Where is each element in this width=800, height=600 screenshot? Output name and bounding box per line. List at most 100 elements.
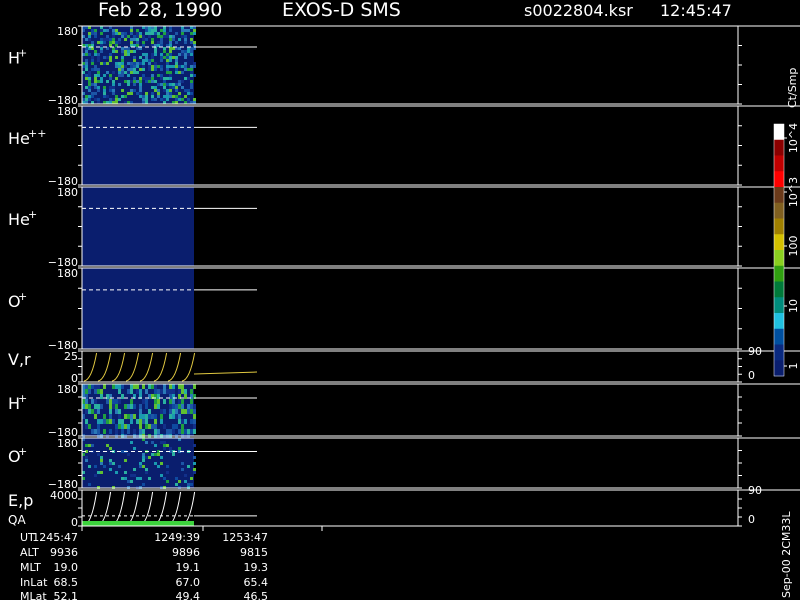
heatmap-cell (115, 404, 118, 409)
heatmap-cell (148, 77, 151, 80)
heatmap-cell (154, 429, 157, 434)
heatmap-cell (175, 424, 178, 429)
heatmap-cell (166, 471, 169, 474)
heatmap-cell (178, 92, 181, 95)
heatmap-cell (172, 384, 175, 389)
heatmap-cell (94, 409, 97, 414)
heatmap-cell (184, 89, 187, 92)
panel-label-superscript: + (18, 290, 27, 303)
heatmap-background (82, 268, 194, 349)
heatmap-cell (100, 459, 103, 462)
heatmap-cell (94, 474, 97, 477)
heatmap-cell (157, 83, 160, 86)
heatmap-cell (103, 56, 106, 59)
colorbar-swatch (774, 218, 784, 235)
heatmap-cell (169, 83, 172, 86)
heatmap-cell (169, 38, 172, 41)
heatmap-cell (139, 465, 142, 468)
heatmap-cell (157, 44, 160, 47)
colorbar-swatch (774, 250, 784, 267)
velocity-trace (193, 371, 258, 375)
heatmap-cell (97, 419, 100, 424)
heatmap-cell (169, 384, 172, 389)
heatmap-cell (127, 83, 130, 86)
heatmap-cell (190, 404, 193, 409)
heatmap-cell (172, 399, 175, 404)
heatmap-cell (127, 404, 130, 409)
heatmap-cell (136, 80, 139, 83)
heatmap-cell (115, 95, 118, 98)
sweep-curve (181, 352, 196, 382)
heatmap-cell (103, 419, 106, 424)
heatmap-cell (127, 429, 130, 434)
heatmap-cell (166, 95, 169, 98)
footer-label: Sep-00 2CM33L (780, 511, 793, 598)
heatmap-cell (133, 68, 136, 71)
heatmap-cell (127, 414, 130, 419)
heatmap-cell (97, 389, 100, 394)
heatmap-cell (187, 409, 190, 414)
heatmap-cell (100, 47, 103, 50)
heatmap-cell (154, 65, 157, 68)
heatmap-cell (100, 44, 103, 47)
sweep-curve (153, 352, 168, 382)
heatmap-cell (181, 468, 184, 471)
heatmap-cell (178, 384, 181, 389)
heatmap-cell (112, 86, 115, 89)
heatmap-cell (109, 89, 112, 92)
heatmap-cell (166, 89, 169, 92)
heatmap-cell (154, 98, 157, 101)
heatmap-cell (88, 95, 91, 98)
heatmap-cell (172, 424, 175, 429)
heatmap-cell (166, 32, 169, 35)
heatmap-cell (157, 404, 160, 409)
heatmap-cell (163, 389, 166, 394)
heatmap-cell (154, 32, 157, 35)
heatmap-cell (136, 44, 139, 47)
colorbar-swatch (774, 171, 784, 188)
time-row-label: InLat (20, 576, 48, 589)
heatmap-cell (172, 86, 175, 89)
heatmap-cell (181, 71, 184, 74)
header-file: s0022804.ksr (524, 1, 633, 20)
heatmap-cell (190, 32, 193, 35)
heatmap-cell (193, 384, 196, 389)
heatmap-cell (106, 419, 109, 424)
panel-5: 180−180H+ (8, 383, 800, 439)
heatmap-cell (139, 389, 142, 394)
panel-0: 180−180H+ (8, 25, 800, 107)
heatmap-cell (133, 65, 136, 68)
heatmap-cell (88, 32, 91, 35)
heatmap-cell (103, 62, 106, 65)
heatmap-cell (124, 65, 127, 68)
heatmap-cell (151, 32, 154, 35)
heatmap-cell (184, 56, 187, 59)
heatmap-cell (85, 409, 88, 414)
heatmap-cell (169, 74, 172, 77)
heatmap-cell (181, 86, 184, 89)
heatmap-cell (112, 92, 115, 95)
sweep-curve (125, 352, 140, 382)
heatmap-cell (190, 50, 193, 53)
heatmap-cell (133, 62, 136, 65)
heatmap-cell (91, 44, 94, 47)
heatmap-cell (142, 456, 145, 459)
header: Feb 28, 1990 EXOS-D SMS s0022804.ksr 12:… (98, 0, 732, 21)
heatmap-cell (178, 480, 181, 483)
heatmap-cell (187, 68, 190, 71)
heatmap-cell (115, 98, 118, 101)
heatmap-cell (181, 65, 184, 68)
heatmap-cell (163, 32, 166, 35)
heatmap-cell (142, 65, 145, 68)
heatmap-cell (109, 56, 112, 59)
heatmap-cell (193, 462, 196, 465)
heatmap-cell (118, 409, 121, 414)
heatmap-cell (133, 56, 136, 59)
time-cell: 67.0 (176, 576, 201, 589)
time-cell: 1245:47 (32, 531, 78, 544)
heatmap-cell (88, 409, 91, 414)
heatmap-cell (121, 47, 124, 50)
right-ytick-min: 0 (748, 513, 755, 526)
heatmap-cell (133, 80, 136, 83)
heatmap-cell (154, 68, 157, 71)
